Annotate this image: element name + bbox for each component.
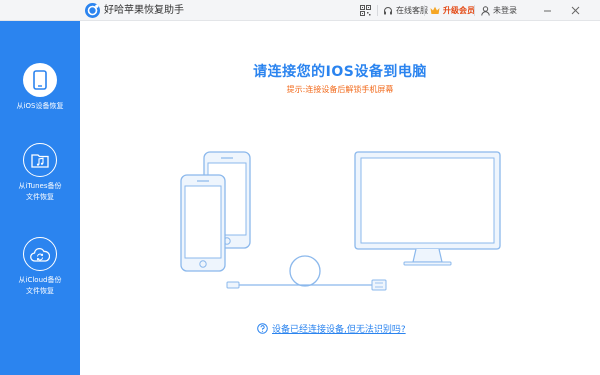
- toolbar-divider: [424, 5, 425, 16]
- close-icon: [571, 6, 579, 14]
- nav-icon-circle: [23, 237, 57, 271]
- sidebar-item-label: 从iCloud备份 文件恢复: [18, 276, 62, 295]
- cannot-recognize-help-link[interactable]: 设备已经连接设备,但无法识别吗?: [257, 322, 406, 335]
- nav-icon-circle: [23, 143, 57, 177]
- upgrade-vip-label: 升级会员: [443, 6, 475, 15]
- help-link-label: 设备已经连接设备,但无法识别吗?: [272, 325, 406, 335]
- phone-icon: [33, 70, 47, 90]
- device-connection-illustration: [180, 151, 501, 291]
- sidebar-item-label: 从iTunes备份 文件恢复: [18, 182, 62, 201]
- computer-monitor-icon: [354, 151, 501, 266]
- qr-code-button[interactable]: [360, 3, 374, 18]
- sidebar-item-itunes-backup[interactable]: 从iTunes备份 文件恢复: [0, 143, 80, 203]
- app-logo-icon: [85, 3, 100, 18]
- user-icon: [481, 5, 490, 16]
- cloud-sync-icon: [30, 247, 50, 262]
- close-button[interactable]: [568, 3, 582, 17]
- sidebar: 从iOS设备恢复 从iTunes备份 文件恢复 从iCloud备份 文件恢复: [0, 21, 80, 375]
- minimize-button[interactable]: [540, 3, 554, 17]
- music-folder-icon: [31, 154, 49, 168]
- crown-icon: [430, 6, 440, 14]
- login-button[interactable]: 未登录: [481, 3, 517, 18]
- upgrade-vip-button[interactable]: 升级会员: [430, 3, 475, 18]
- login-label: 未登录: [493, 6, 517, 15]
- sidebar-item-label: 从iOS设备恢复: [16, 102, 64, 110]
- headset-icon: [384, 6, 392, 14]
- question-circle-icon: [257, 323, 268, 334]
- nav-icon-circle: [23, 63, 57, 97]
- toolbar-divider: [377, 5, 378, 16]
- main-panel: 请连接您的IOS设备到电脑 提示:连接设备后解锁手机屏幕 设备已经连接设备,但无…: [80, 21, 600, 375]
- sidebar-item-ios-device[interactable]: 从iOS设备恢复: [0, 63, 80, 112]
- minimize-icon: [543, 10, 551, 11]
- sidebar-item-icloud-backup[interactable]: 从iCloud备份 文件恢复: [0, 237, 80, 297]
- front-phone-icon: [180, 174, 226, 272]
- online-service-button[interactable]: 在线客服: [383, 3, 428, 18]
- qr-code-icon: [360, 5, 371, 16]
- toolbar-divider: [474, 5, 475, 16]
- app-title: 好哈苹果恢复助手: [104, 5, 184, 16]
- usb-cable-icon: [226, 255, 387, 291]
- title-bar: 好哈苹果恢复助手 在线客服 升级会员 未登录: [0, 0, 600, 21]
